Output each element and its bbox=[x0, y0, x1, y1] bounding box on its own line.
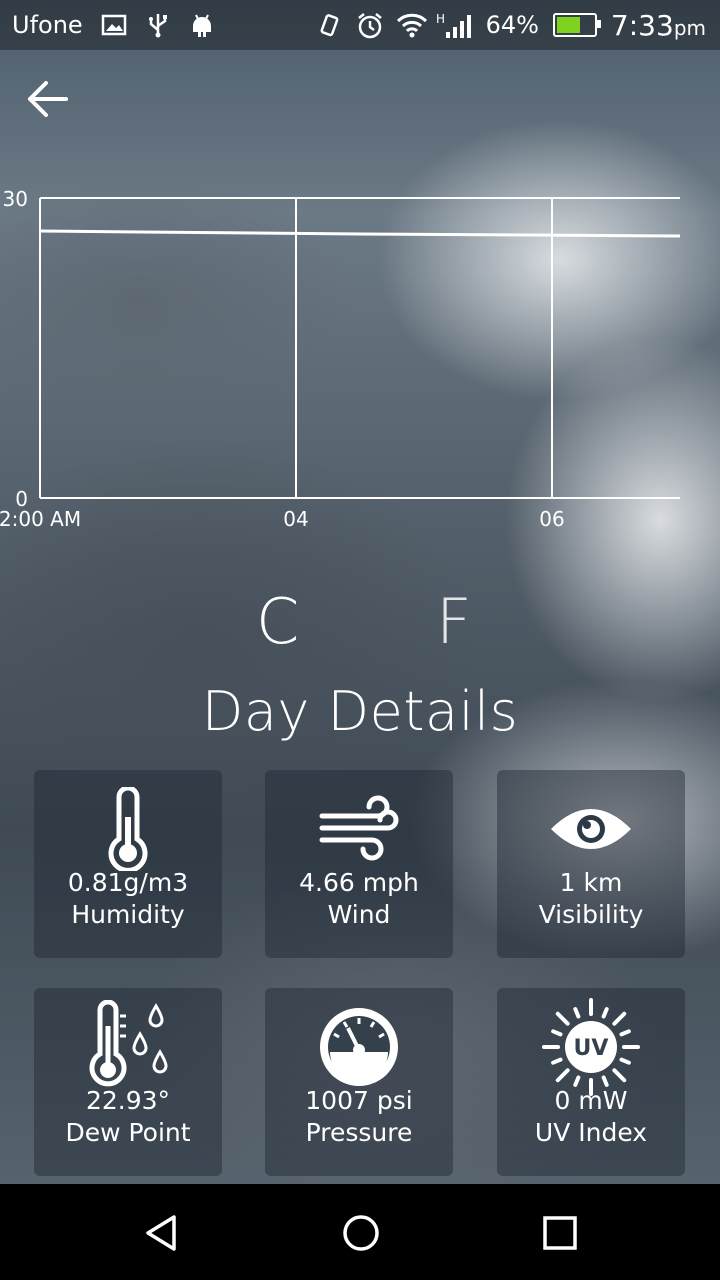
sun-ray bbox=[555, 1068, 570, 1083]
signal-icon: H bbox=[436, 12, 472, 38]
navigation-bar bbox=[0, 1184, 720, 1280]
battery-percent: 64% bbox=[485, 11, 539, 39]
x-tick-label: 06 bbox=[539, 507, 564, 531]
fahrenheit-toggle[interactable]: F bbox=[436, 585, 472, 658]
tile-value: 0.81g/m3 bbox=[67, 868, 189, 897]
tile-label: Visibility bbox=[538, 900, 644, 929]
temperature-chart: 3002:00 AM 04 06 bbox=[0, 187, 681, 531]
image-icon bbox=[101, 12, 127, 38]
battery-icon bbox=[552, 13, 601, 37]
alarm-icon bbox=[356, 12, 382, 39]
eye-icon bbox=[497, 784, 685, 874]
clock: 7:33pm bbox=[610, 8, 706, 42]
usb-icon bbox=[145, 12, 171, 38]
y-tick-label: 30 bbox=[3, 187, 28, 211]
svg-text:H: H bbox=[436, 12, 445, 26]
sun-ray bbox=[555, 1011, 570, 1026]
section-title: Day Details bbox=[201, 680, 519, 743]
series-line bbox=[39, 229, 681, 238]
tile-value: 4.66 mph bbox=[299, 868, 419, 897]
x-tick-label: 2:00 AM bbox=[0, 507, 81, 531]
x-tick-label: 04 bbox=[283, 507, 308, 531]
celsius-toggle[interactable]: C bbox=[256, 585, 299, 658]
vibrate-icon bbox=[316, 12, 342, 38]
sun-ray bbox=[551, 1029, 563, 1037]
sun-ray bbox=[619, 1057, 631, 1065]
tile-pressure: 1007 psi Pressure bbox=[265, 988, 453, 1176]
tile-dew-point: 22.93° Dew Point bbox=[34, 988, 222, 1176]
sun-ray bbox=[573, 1075, 581, 1087]
tile-value: 0 mW bbox=[554, 1086, 628, 1115]
sun-ray bbox=[612, 1068, 627, 1083]
wind-icon bbox=[265, 784, 453, 874]
tile-label: Wind bbox=[327, 900, 391, 929]
tile-value: 22.93° bbox=[85, 1086, 171, 1115]
wifi-icon bbox=[396, 12, 427, 38]
sun-ray bbox=[612, 1011, 627, 1026]
status-bar: Ufone H 64% 7:33pm bbox=[0, 0, 720, 50]
dew-point-icon bbox=[34, 1000, 222, 1092]
recents-nav-icon[interactable] bbox=[530, 1208, 590, 1258]
tile-value: 1 km bbox=[559, 868, 623, 897]
tile-label: Humidity bbox=[71, 900, 185, 929]
tile-visibility: 1 km Visibility bbox=[497, 770, 685, 958]
home-nav-icon[interactable] bbox=[331, 1208, 391, 1258]
uv-sun-icon: UV bbox=[497, 998, 685, 1096]
sun-ray bbox=[573, 1007, 581, 1019]
tile-humidity: 0.81g/m3 Humidity bbox=[34, 770, 222, 958]
sun-ray bbox=[551, 1057, 563, 1065]
arrow-left-icon bbox=[28, 81, 68, 117]
carrier-name: Ufone bbox=[12, 11, 83, 39]
tile-label: Dew Point bbox=[65, 1118, 191, 1147]
tile-uv-index: UV 0 mW UV Index bbox=[497, 988, 685, 1176]
tile-value: 1007 psi bbox=[305, 1086, 413, 1115]
tile-label: UV Index bbox=[534, 1118, 648, 1147]
sun-ray bbox=[601, 1075, 609, 1087]
back-nav-icon[interactable] bbox=[132, 1208, 192, 1258]
uv-badge-text: UV bbox=[574, 1036, 609, 1061]
tile-label: Pressure bbox=[305, 1118, 413, 1147]
thermometer-icon bbox=[34, 784, 222, 874]
back-button[interactable] bbox=[22, 74, 74, 124]
tile-wind: 4.66 mph Wind bbox=[265, 770, 453, 958]
sun-ray bbox=[601, 1007, 609, 1019]
android-icon bbox=[189, 12, 215, 38]
sun-ray bbox=[619, 1029, 631, 1037]
gauge-icon bbox=[265, 1002, 453, 1092]
